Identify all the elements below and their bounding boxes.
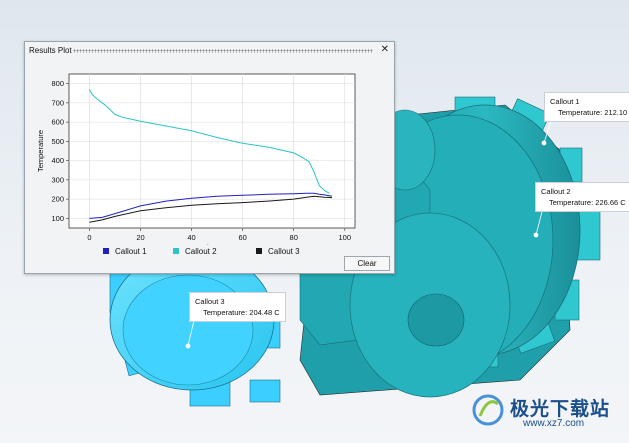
x-tick-label: 80: [290, 233, 298, 242]
x-tick-label: 20: [136, 233, 144, 242]
callout-label: Callout 3: [195, 297, 225, 306]
x-axis-label: time: [205, 243, 219, 245]
legend-label: Callout 3: [268, 247, 300, 256]
y-axis-label: Temperature: [36, 130, 45, 172]
legend-item: Callout 2: [173, 247, 217, 256]
results-chart: 0 20 40 60 80 100 100 200 300 400 500 600 700 800 time…: [36, 73, 356, 245]
callout-1[interactable]: Callout 1 Temperature: 212.10 C: [544, 92, 629, 122]
watermark-url: www.xz7.com: [523, 418, 585, 429]
y-tick-label: 400: [51, 156, 64, 165]
x-tick-label: 100: [339, 233, 352, 242]
legend-swatch: [103, 248, 109, 254]
callout-3[interactable]: Callout 3 Temperature: 204.48 C: [189, 292, 286, 322]
legend-item: Callout 1: [103, 247, 147, 256]
legend-item: Callout 3: [256, 247, 300, 256]
drag-handle[interactable]: [73, 49, 373, 53]
y-tick-label: 700: [51, 98, 64, 107]
plot-area: [68, 73, 356, 229]
y-tick-label: 200: [51, 195, 64, 204]
watermark-logo: [472, 394, 504, 426]
callout-value: Temperature: 226.66 C: [549, 198, 626, 207]
results-plot-window[interactable]: Results Plot ✕ 0 20 40 60 80 100 100 200 300 400 5…: [24, 41, 395, 274]
clear-button[interactable]: Clear: [344, 256, 390, 271]
x-tick-label: 0: [87, 233, 91, 242]
legend-label: Callout 2: [185, 247, 217, 256]
legend-label: Callout 1: [115, 247, 147, 256]
callout-value: Temperature: 212.10 C: [558, 108, 629, 117]
callout-label: Callout 2: [541, 187, 571, 196]
y-tick-label: 500: [51, 137, 64, 146]
callout-2[interactable]: Callout 2 Temperature: 226.66 C: [535, 182, 629, 212]
watermark-text: 极光下载站: [510, 399, 611, 420]
y-tick-label: 300: [51, 175, 64, 184]
callout-label: Callout 1: [550, 97, 580, 106]
close-icon[interactable]: ✕: [381, 44, 389, 55]
y-tick-label: 600: [51, 118, 64, 127]
window-titlebar[interactable]: Results Plot ✕: [25, 42, 394, 60]
callout-value: Temperature: 204.48 C: [203, 308, 280, 317]
x-tick-label: 40: [187, 233, 195, 242]
legend-swatch: [256, 248, 262, 254]
x-tick-label: 60: [238, 233, 246, 242]
legend-swatch: [173, 248, 179, 254]
window-title: Results Plot: [29, 46, 72, 55]
y-tick-label: 100: [51, 214, 64, 223]
y-tick-label: 800: [51, 79, 64, 88]
